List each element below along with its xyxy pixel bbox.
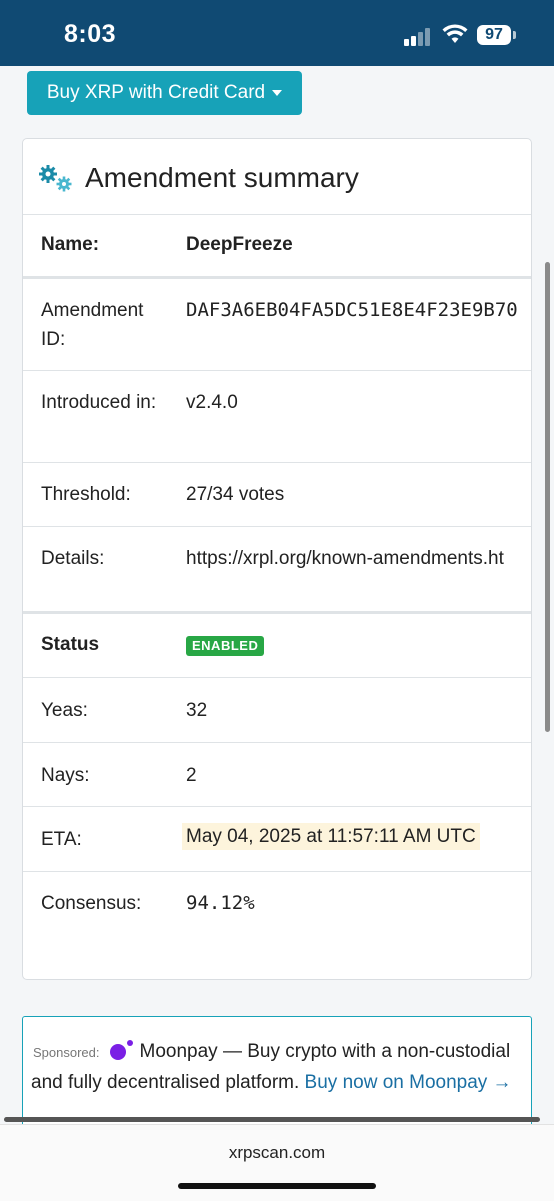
gears-icon	[39, 165, 72, 192]
row-status: Status ENABLED	[23, 614, 531, 678]
row-eta: ETA: May 04, 2025 at 11:57:11 AM UTC	[23, 807, 531, 872]
horizontal-scrollbar[interactable]	[4, 1117, 540, 1122]
row-name: Name: DeepFreeze	[23, 214, 531, 279]
row-amendment-id: Amendment ID: DAF3A6EB04FA5DC51E8E4F23E9…	[23, 279, 531, 371]
buy-xrp-dropdown-button[interactable]: Buy XRP with Credit Card	[27, 71, 302, 115]
details-link[interactable]: https://xrpl.org/known-amendments.ht	[186, 544, 504, 573]
clock: 8:03	[64, 20, 117, 48]
card-header: Amendment summary	[23, 139, 531, 215]
amendment-name-link[interactable]: DeepFreeze	[186, 230, 293, 259]
wifi-icon	[442, 24, 468, 43]
introduced-value: v2.4.0	[186, 392, 238, 413]
sponsor-brand: Moonpay	[139, 1041, 218, 1062]
yeas-value: 32	[186, 700, 208, 721]
yeas-label: Yeas:	[41, 700, 88, 721]
url-text[interactable]: xrpscan.com	[0, 1143, 554, 1163]
row-introduced: Introduced in: v2.4.0	[23, 371, 531, 463]
name-label: Name:	[41, 234, 100, 255]
nays-value: 2	[186, 765, 197, 786]
consensus-label: Consensus:	[41, 893, 142, 914]
buy-now-moonpay-link[interactable]: Buy now on Moonpay →	[305, 1072, 512, 1093]
details-label: Details:	[41, 548, 105, 569]
consensus-value: 94.12%	[186, 892, 255, 914]
status-bar: 8:03 97	[0, 0, 554, 66]
row-yeas: Yeas: 32	[23, 678, 531, 743]
row-consensus: Consensus: 94.12%	[23, 872, 531, 979]
eta-label: ETA:	[41, 829, 82, 850]
introduced-label: Introduced in:	[41, 392, 157, 413]
row-nays: Nays: 2	[23, 743, 531, 807]
amendment-id-value: DAF3A6EB04FA5DC51E8E4F23E9B70	[186, 299, 518, 321]
home-indicator[interactable]	[178, 1183, 376, 1189]
card-title: Amendment summary	[85, 162, 359, 193]
battery-tip	[513, 31, 516, 39]
status-value: ENABLED	[186, 630, 265, 659]
status-badge: ENABLED	[186, 636, 265, 656]
buy-xrp-label: Buy XRP with Credit Card	[46, 82, 266, 103]
sponsored-text: Sponsored: Moonpay — Buy crypto with a no…	[23, 1037, 533, 1098]
eta-value-wrapper: May 04, 2025 at 11:57:11 AM UTC	[182, 822, 480, 851]
battery-icon: 97	[477, 25, 511, 45]
caret-down-icon	[272, 90, 283, 96]
status-label: Status	[41, 634, 100, 655]
moonpay-logo-icon	[109, 1040, 134, 1060]
cellular-signal-icon	[404, 26, 434, 46]
threshold-value: 27/34 votes	[186, 484, 285, 505]
amendment-id-label: Amendment ID:	[41, 300, 144, 350]
threshold-label: Threshold:	[41, 484, 131, 505]
amendment-summary-card: Amendment summary Name: DeepFreeze Amend…	[22, 138, 532, 980]
row-threshold: Threshold: 27/34 votes	[23, 463, 531, 527]
row-details: Details: https://xrpl.org/known-amendmen…	[23, 527, 531, 614]
vertical-scrollbar[interactable]	[545, 262, 550, 732]
nays-label: Nays:	[41, 765, 90, 786]
sponsored-label: Sponsored:	[33, 1045, 100, 1060]
eta-value: May 04, 2025 at 11:57:11 AM UTC	[182, 823, 480, 850]
browser-address-bar: xrpscan.com	[0, 1124, 554, 1201]
